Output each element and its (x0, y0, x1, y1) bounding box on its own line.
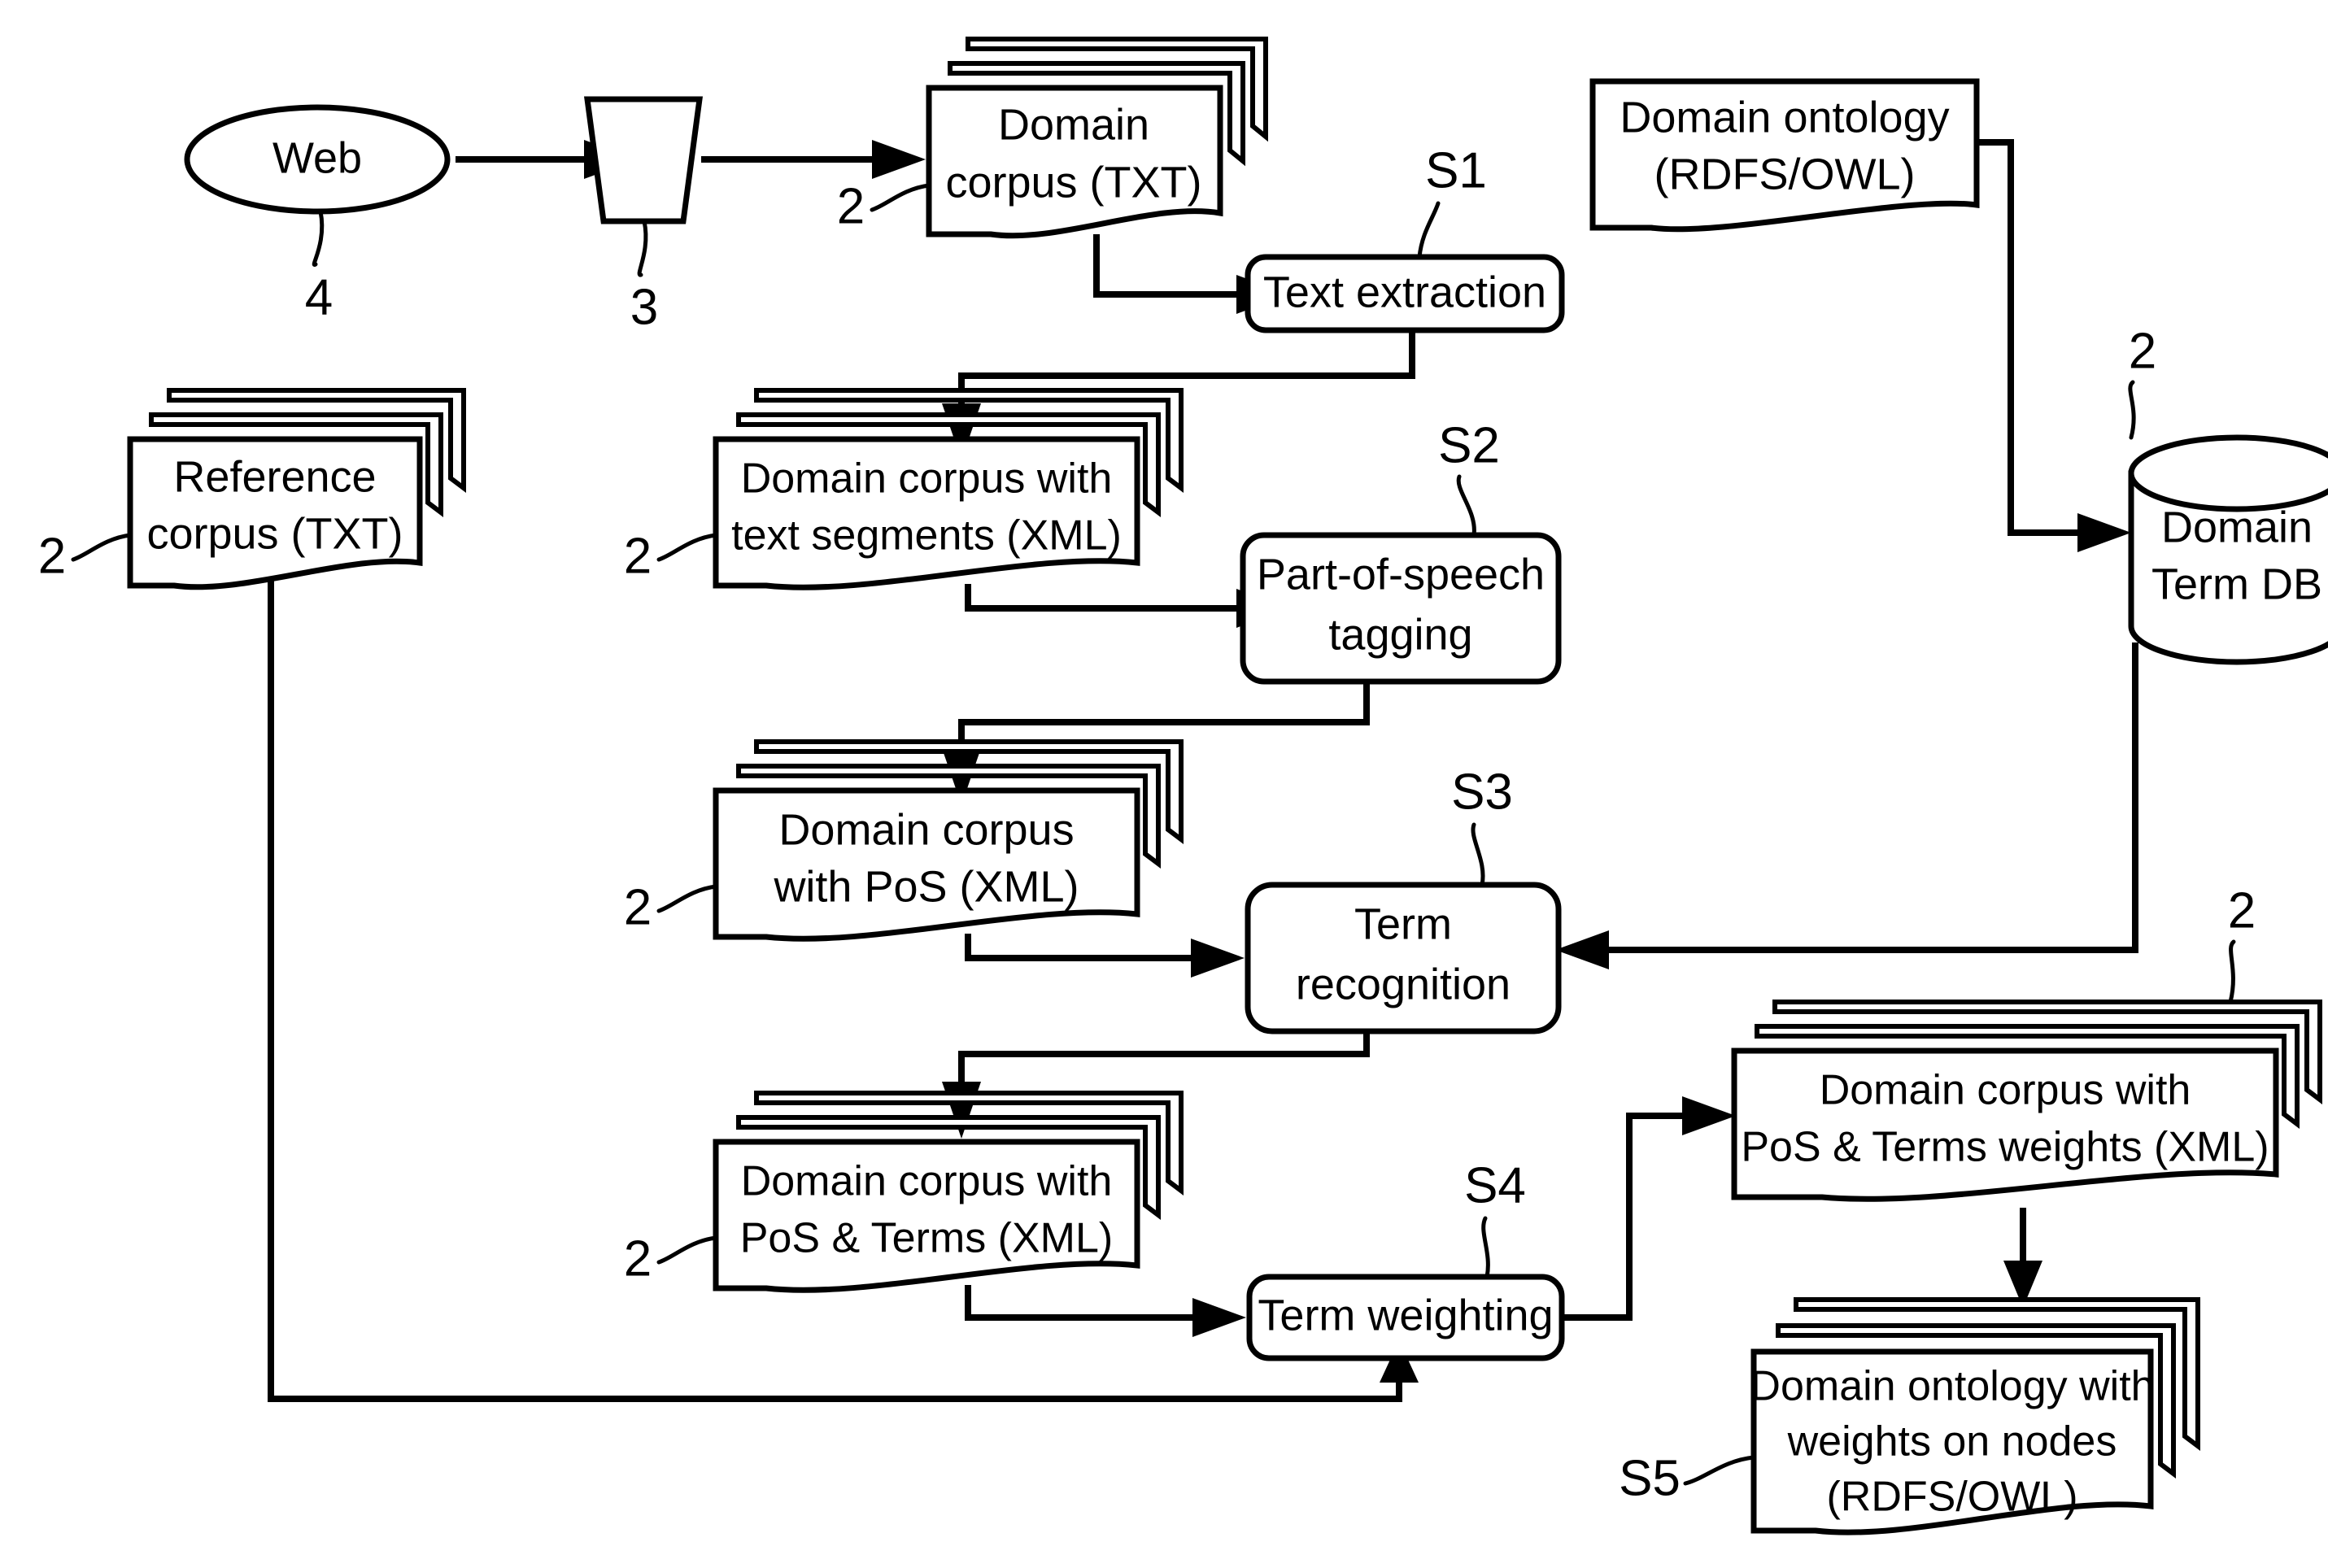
reference-numeral-2-reference-corpus-text: 2 (38, 528, 66, 584)
reference-numeral-2-domain-corpus-text: 2 (837, 178, 865, 234)
node-corpus-pos-terms[interactable]: Domain corpus with PoS & Terms (XML) (713, 1091, 1184, 1293)
node-domain-term-db-line1: Domain (2161, 503, 2313, 551)
reference-numeral-2-term-db: 2 (2128, 323, 2156, 440)
reference-numeral-2-corpus-pos-terms-text: 2 (624, 1230, 652, 1287)
node-corpus-pos-terms-line1: Domain corpus with (741, 1158, 1113, 1205)
reference-numeral-2-weights-corpus: 2 (2228, 882, 2256, 1004)
patent-flow-diagram: Web 4 3 Domain corpus (TXT) 2 Domain ont… (38, 37, 2328, 1535)
node-corpus-pos[interactable]: Domain corpus with PoS (XML) (713, 739, 1184, 942)
node-domain-corpus-txt-line1: Domain (998, 100, 1149, 149)
node-ontology-weights-line2: weights on nodes (1787, 1418, 2117, 1466)
reference-numeral-S2: S2 (1438, 417, 1500, 538)
step-text-extraction[interactable]: Text extraction (1245, 254, 1565, 333)
node-reference-corpus-line1: Reference (173, 452, 376, 501)
node-domain-term-db[interactable]: Domain Term DB (2128, 434, 2328, 665)
node-corpus-pos-line1: Domain corpus (778, 805, 1074, 854)
reference-numeral-S1: S1 (1417, 142, 1487, 259)
reference-numeral-2-corpus-pos-terms: 2 (624, 1230, 718, 1287)
connector-ontology-to-term-db (1977, 139, 2131, 552)
node-domain-term-db-line2: Term DB (2151, 560, 2322, 608)
step-pos-tagging-line1: Part-of-speech (1257, 550, 1545, 599)
reference-numeral-2-text-segments: 2 (624, 528, 718, 584)
reference-numeral-2-corpus-pos-text: 2 (624, 879, 652, 935)
reference-numeral-S3-text: S3 (1451, 764, 1513, 820)
step-term-recognition-line1: Term (1354, 899, 1452, 948)
node-corpus-pos-terms-weights-line2: PoS & Terms weights (XML) (1741, 1124, 2269, 1171)
reference-numeral-S5-text: S5 (1619, 1450, 1681, 1506)
node-domain-ontology-line1: Domain ontology (1620, 93, 1949, 142)
connector-crawler-to-domain-corpus (701, 140, 926, 179)
node-corpus-text-segments-line1: Domain corpus with (741, 455, 1113, 503)
step-pos-tagging-line2: tagging (1328, 610, 1472, 659)
node-domain-corpus-txt-line2: corpus (TXT) (945, 158, 1201, 207)
connector-weights-corpus-to-ontology-weights (2003, 1208, 2042, 1308)
node-corpus-pos-line2: with PoS (XML) (773, 862, 1079, 911)
step-text-extraction-label: Text extraction (1263, 268, 1546, 316)
reference-numeral-S4-text: S4 (1464, 1157, 1526, 1213)
reference-numeral-S2-text: S2 (1438, 417, 1500, 473)
node-web-label: Web (272, 133, 362, 182)
connector-term-weighting-to-weights-corpus (1562, 1096, 1736, 1321)
reference-numeral-2-term-db-text: 2 (2129, 323, 2156, 379)
reference-numeral-3: 3 (630, 219, 658, 335)
node-corpus-pos-terms-weights[interactable]: Domain corpus with PoS & Terms weights (… (1731, 1000, 2322, 1202)
step-term-recognition-line2: recognition (1296, 960, 1511, 1008)
reference-numeral-4: 4 (305, 209, 333, 325)
figure-canvas: Web 4 3 Domain corpus (TXT) 2 Domain ont… (0, 0, 2328, 1568)
reference-numeral-3-text: 3 (630, 279, 658, 335)
node-domain-ontology[interactable]: Domain ontology (RDFS/OWL) (1589, 78, 1980, 233)
node-crawler[interactable] (584, 96, 703, 224)
node-ontology-weights-line3: (RDFS/OWL) (1826, 1474, 2077, 1521)
reference-numeral-2-weights-corpus-text: 2 (2228, 882, 2256, 939)
reference-numeral-2-domain-corpus: 2 (837, 178, 931, 234)
reference-numeral-S3: S3 (1451, 764, 1513, 887)
step-term-weighting[interactable]: Term weighting (1246, 1274, 1565, 1361)
step-term-recognition[interactable]: Term recognition (1245, 882, 1562, 1034)
step-pos-tagging[interactable]: Part-of-speech tagging (1240, 532, 1562, 685)
node-domain-corpus-txt[interactable]: Domain corpus (TXT) (926, 37, 1268, 239)
node-domain-ontology-line2: (RDFS/OWL) (1654, 150, 1916, 198)
connector-term-db-to-term-recognition (1555, 642, 2138, 969)
connector-corpus-pos-to-term-recognition (965, 934, 1245, 978)
node-web[interactable]: Web (184, 104, 451, 215)
node-corpus-pos-terms-line2: PoS & Terms (XML) (740, 1215, 1113, 1262)
reference-numeral-S4: S4 (1464, 1157, 1526, 1279)
reference-numeral-4-text: 4 (305, 269, 333, 325)
node-ontology-weights-line1: Domain ontology with (1750, 1363, 2154, 1410)
node-reference-corpus[interactable]: Reference corpus (TXT) (127, 388, 466, 590)
reference-numeral-2-corpus-pos: 2 (624, 879, 718, 935)
node-corpus-text-segments-line2: text segments (XML) (731, 512, 1122, 560)
node-ontology-weights[interactable]: Domain ontology with weights on nodes (R… (1750, 1297, 2200, 1535)
connector-pos-terms-to-term-weighting (965, 1285, 1246, 1337)
reference-numeral-S5: S5 (1619, 1450, 1756, 1506)
node-corpus-pos-terms-weights-line1: Domain corpus with (1820, 1067, 2191, 1114)
node-reference-corpus-line2: corpus (TXT) (146, 509, 403, 558)
reference-numeral-2-text-segments-text: 2 (624, 528, 652, 584)
reference-numeral-2-reference-corpus: 2 (38, 528, 133, 584)
reference-numeral-S1-text: S1 (1425, 142, 1487, 198)
node-corpus-text-segments[interactable]: Domain corpus with text segments (XML) (713, 388, 1184, 590)
step-term-weighting-label: Term weighting (1258, 1291, 1553, 1339)
